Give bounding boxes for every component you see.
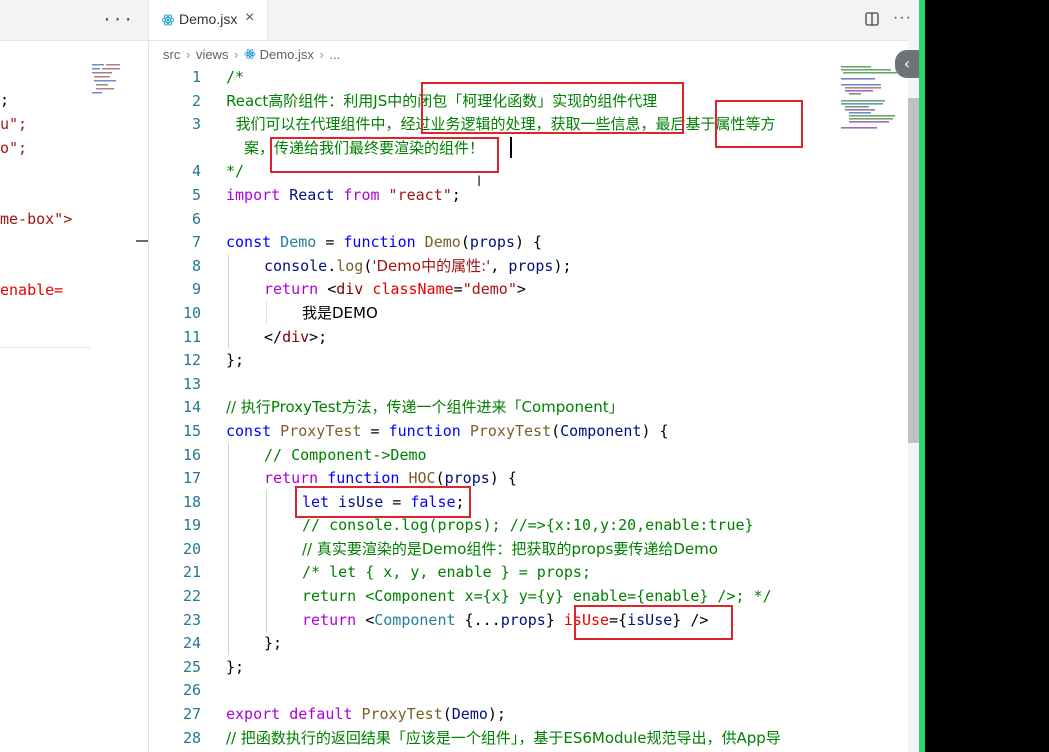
line-number: 4 xyxy=(191,162,201,181)
highlight-box-pass-component xyxy=(270,137,499,173)
divider xyxy=(0,347,90,348)
code-line: return <Component {...props} isUse={isUs… xyxy=(302,610,709,629)
minimap[interactable] xyxy=(839,64,901,134)
line-number: 5 xyxy=(191,185,201,204)
left-minimap[interactable] xyxy=(90,62,130,102)
left-tab-bar: ··· xyxy=(0,0,148,41)
line-number: 23 xyxy=(182,610,201,629)
code-line: return <Component x={x} y={y} enable={en… xyxy=(302,587,772,606)
highlight-box-props xyxy=(715,100,803,148)
code-line: // 把函数执行的返回结果「应该是一个组件」，基于ES6Module规范导出，供… xyxy=(226,728,781,747)
blank-panel xyxy=(925,0,1049,752)
line-number xyxy=(149,137,201,161)
code-line: // 执行ProxyTest方法，传递一个组件进来「Component」 xyxy=(226,398,624,417)
chevron-right-icon: › xyxy=(185,47,191,62)
code-line: const ProxyTest = function ProxyTest(Com… xyxy=(226,421,669,440)
more-icon[interactable]: ··· xyxy=(893,9,912,27)
line-number: 13 xyxy=(182,374,201,393)
breadcrumb: src › views › Demo.jsx › ... xyxy=(163,47,342,62)
tab-bar: Demo.jsx × ··· xyxy=(149,0,919,41)
code-line: import React from "react"; xyxy=(226,185,461,204)
line-number-gutter: 1 2 3 4 5 6 7 8 9 10 11 12 13 14 15 16 1… xyxy=(149,66,201,750)
code-line: }; xyxy=(264,634,283,653)
code-line: export default ProxyTest(Demo); xyxy=(226,705,506,724)
left-editor-pane: ··· ; u"; o"; me-box"> enable= xyxy=(0,0,148,752)
highlight-box-isuse-prop xyxy=(574,605,733,640)
chevron-right-icon: › xyxy=(319,47,324,62)
text-cursor xyxy=(510,137,512,158)
more-actions-icon[interactable]: ··· xyxy=(102,10,134,29)
code-line: 我是DEMO xyxy=(302,303,378,322)
left-code-line: o"; xyxy=(0,139,28,157)
split-editor-icon[interactable] xyxy=(865,12,879,26)
line-number: 26 xyxy=(182,681,201,700)
vertical-scrollbar[interactable] xyxy=(908,40,919,752)
line-number: 15 xyxy=(182,421,201,440)
code-line: console.log('Demo中的属性:', props); xyxy=(264,256,572,275)
left-code-line: ; xyxy=(0,91,10,109)
scrollbar-thumb[interactable] xyxy=(908,98,919,443)
line-number: 19 xyxy=(182,516,201,535)
line-number: 16 xyxy=(182,445,201,464)
sash-marker[interactable] xyxy=(136,240,148,242)
line-number: 3 xyxy=(191,115,201,134)
highlight-box-business-logic xyxy=(421,82,684,134)
tab-demo-jsx[interactable]: Demo.jsx × xyxy=(149,0,268,40)
line-number: 12 xyxy=(182,351,201,370)
react-icon xyxy=(161,14,175,26)
code-line: }; xyxy=(226,657,245,676)
line-number: 17 xyxy=(182,469,201,488)
code-line: /* let { x, y, enable } = props; xyxy=(302,563,591,582)
line-number: 28 xyxy=(182,728,201,747)
line-number: 14 xyxy=(182,398,201,417)
line-number: 27 xyxy=(182,705,201,724)
code-line: </div>; xyxy=(264,327,328,346)
line-number: 18 xyxy=(182,492,201,511)
code-line: return <div className="demo"> xyxy=(264,280,526,299)
line-number: 22 xyxy=(182,587,201,606)
line-number: 21 xyxy=(182,563,201,582)
react-icon xyxy=(244,49,256,59)
line-number: 6 xyxy=(191,209,201,228)
right-editor-pane: Demo.jsx × ··· src › views › Demo.jsx › … xyxy=(149,0,919,752)
line-number: 2 xyxy=(191,91,201,110)
breadcrumb-item[interactable]: src xyxy=(163,47,180,62)
highlight-box-let-isuse xyxy=(295,486,471,518)
line-number: 25 xyxy=(182,657,201,676)
left-code-line: me-box"> xyxy=(0,210,73,228)
line-number: 7 xyxy=(191,233,201,252)
code-line: const Demo = function Demo(props) { xyxy=(226,233,543,252)
line-number: 10 xyxy=(182,303,201,322)
chevron-right-icon: › xyxy=(234,47,239,62)
line-number: 9 xyxy=(191,280,201,299)
left-code-line: enable= xyxy=(0,281,64,299)
chevron-left-icon[interactable]: ‹ xyxy=(895,50,919,78)
breadcrumb-item[interactable]: ... xyxy=(329,47,340,62)
code-line: // 真实要渲染的是Demo组件：把获取的props要传递给Demo xyxy=(302,539,718,558)
breadcrumb-item[interactable]: Demo.jsx xyxy=(260,47,314,62)
tab-label: Demo.jsx xyxy=(179,11,238,27)
line-number: 1 xyxy=(191,68,201,86)
line-number: 8 xyxy=(191,256,201,275)
left-code-line: u"; xyxy=(0,115,28,133)
line-number: 24 xyxy=(182,634,201,653)
line-number: 11 xyxy=(182,327,201,346)
breadcrumb-item[interactable]: views xyxy=(196,47,229,62)
text-cursor-icon: I xyxy=(477,174,482,190)
line-number: 20 xyxy=(182,539,201,558)
code-line: // Component->Demo xyxy=(264,445,427,464)
close-icon[interactable]: × xyxy=(245,9,254,27)
code-line: }; xyxy=(226,351,245,370)
